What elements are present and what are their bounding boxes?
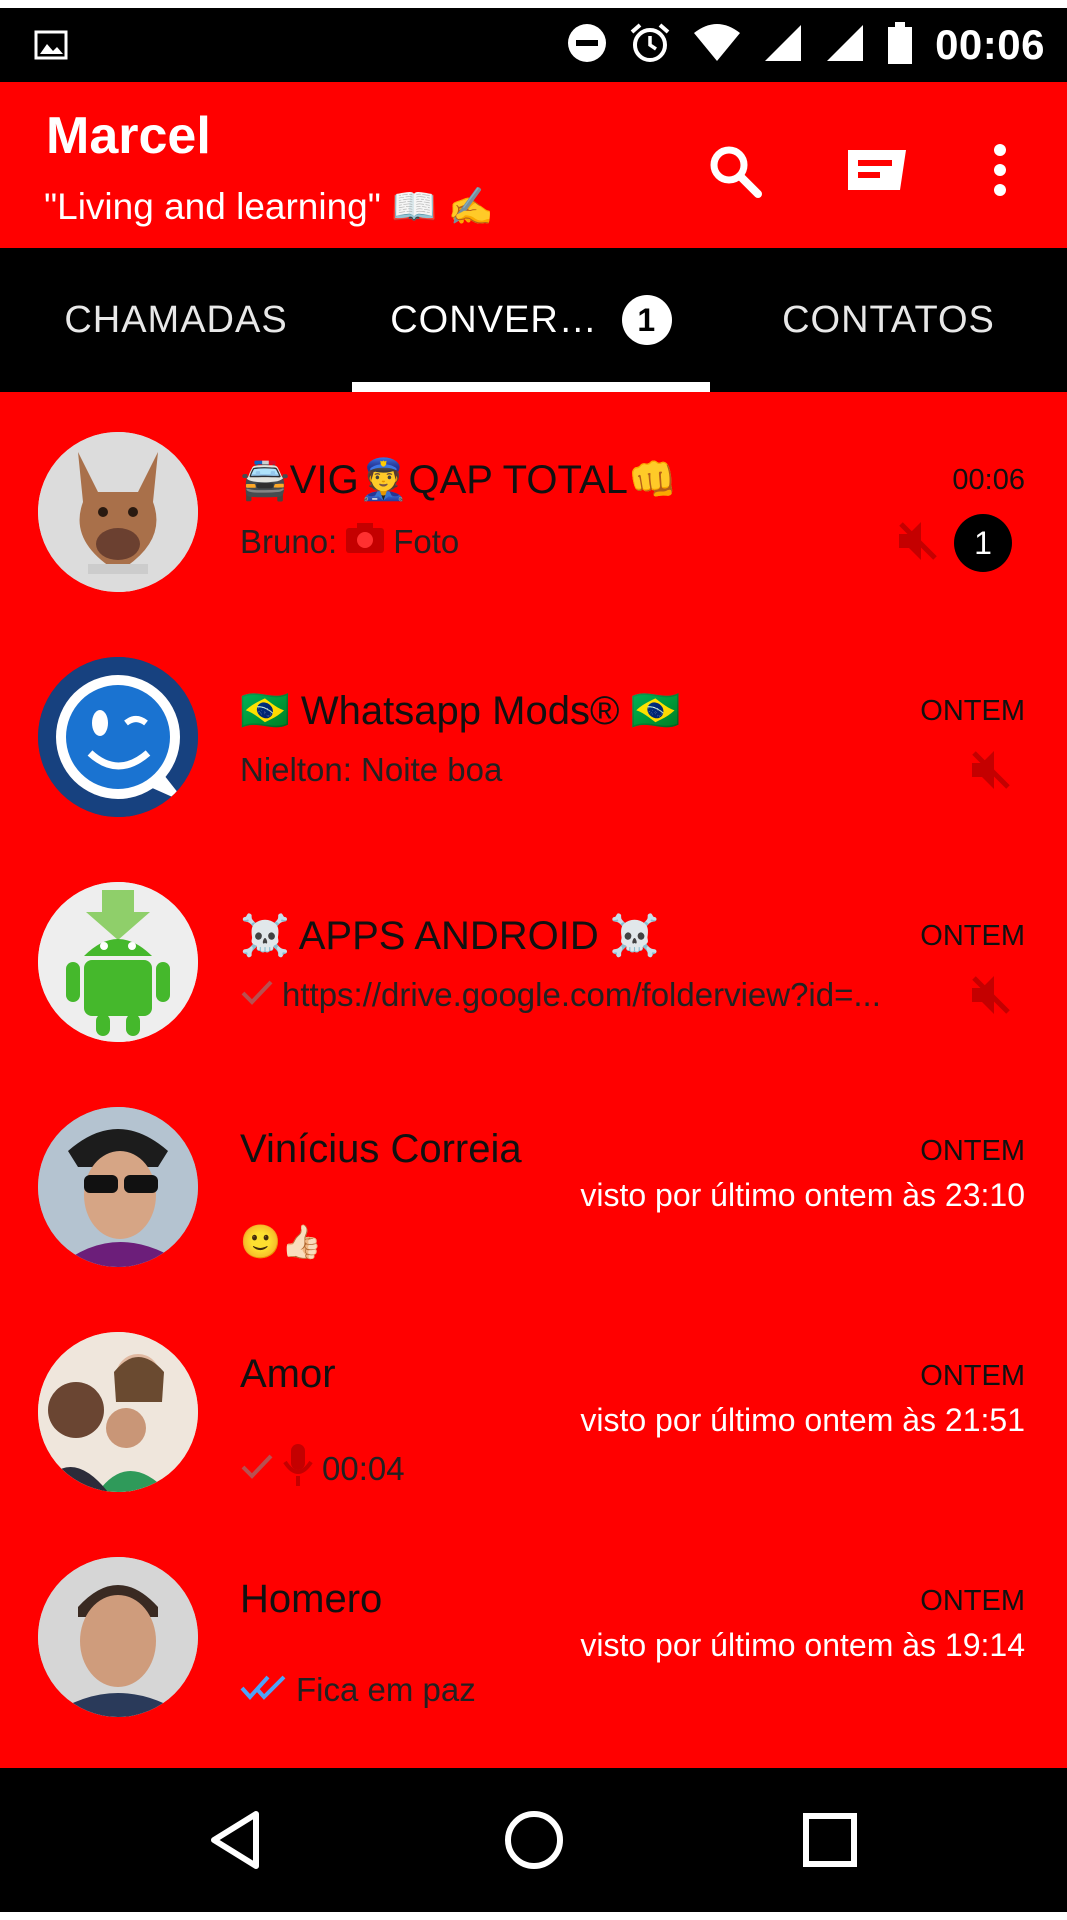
tab-label: CONVER… (390, 298, 598, 341)
app-bar: Marcel "Living and learning" 📖 ✍ (0, 82, 1067, 248)
profile-status[interactable]: "Living and learning" 📖 ✍ (44, 186, 494, 229)
chat-preview: 🙂👍🏻 (240, 1223, 322, 1262)
tab-label: CHAMADAS (64, 298, 288, 341)
avatar (38, 882, 198, 1042)
chat-preview: Nielton: Noite boa (240, 751, 502, 789)
single-check-icon (240, 976, 274, 1014)
chat-name: 🇧🇷 Whatsapp Mods® 🇧🇷 (240, 689, 681, 733)
microphone-icon (282, 1442, 314, 1496)
chat-preview: https://drive.google.com/folderview?id=.… (240, 976, 881, 1014)
chat-row-vig-qap-total[interactable]: 🚔VIG👮QAP TOTAL👊 00:06 Bruno: Foto 1 (0, 416, 1067, 641)
new-chat-icon[interactable] (844, 146, 910, 199)
search-icon[interactable] (706, 142, 764, 205)
avatar (38, 1557, 198, 1717)
avatar (38, 657, 198, 817)
preview-text: https://drive.google.com/folderview?id=.… (282, 976, 881, 1013)
chat-row-homero[interactable]: Homero ONTEM visto por último ontem às 1… (0, 1541, 1067, 1766)
signal-icon (825, 23, 865, 68)
profile-name[interactable]: Marcel (46, 106, 211, 166)
chat-time: ONTEM (920, 1360, 1025, 1392)
chat-row-vinicius-correia[interactable]: Vinícius Correia ONTEM visto por último … (0, 1091, 1067, 1316)
mute-icon (895, 518, 941, 569)
recents-icon[interactable] (802, 1812, 858, 1873)
avatar (38, 1107, 198, 1267)
double-check-icon (240, 1671, 288, 1709)
chat-time: ONTEM (920, 920, 1025, 952)
home-icon[interactable] (502, 1808, 566, 1877)
more-options-icon[interactable] (990, 142, 1010, 203)
signal-icon (763, 23, 803, 68)
chat-preview: Bruno: Foto (240, 522, 459, 562)
last-seen-text: visto por último ontem às 21:51 (580, 1402, 1025, 1438)
wifi-icon (693, 23, 741, 68)
chat-name: ☠️ APPS ANDROID ☠️ (240, 914, 660, 958)
last-seen-text: visto por último ontem às 19:14 (580, 1627, 1025, 1663)
status-bar: 00:06 (0, 8, 1067, 82)
preview-text: 🙂👍🏻 (240, 1223, 323, 1260)
selected-tab-indicator (352, 382, 710, 392)
tab-contacts[interactable]: CONTATOS (710, 248, 1067, 392)
phone-screen: 00:06 Marcel "Living and learning" 📖 ✍ C… (0, 8, 1067, 1912)
last-seen-text: visto por último ontem às 23:10 (580, 1177, 1025, 1213)
chat-name: Amor (240, 1352, 336, 1396)
chat-name: Vinícius Correia (240, 1127, 522, 1171)
single-check-icon (240, 1450, 274, 1488)
tab-bar: CHAMADAS CONVER… 1 CONTATOS (0, 248, 1067, 392)
do-not-disturb-icon (567, 23, 607, 68)
unread-badge: 1 (954, 514, 1012, 572)
chat-time: 00:06 (952, 464, 1025, 496)
chat-preview: Fica em paz (240, 1671, 476, 1709)
alarm-icon (629, 22, 671, 69)
avatar (38, 432, 198, 592)
image-notification-icon (34, 30, 68, 65)
battery-icon (887, 21, 913, 69)
preview-text: Nielton: Noite boa (240, 751, 503, 788)
chat-name: 🚔VIG👮QAP TOTAL👊 (240, 458, 678, 502)
preview-text: 00:04 (322, 1450, 405, 1487)
navigation-bar (0, 1768, 1067, 1912)
chat-preview: 00:04 (240, 1442, 405, 1496)
tab-calls[interactable]: CHAMADAS (0, 248, 352, 392)
camera-icon (345, 522, 385, 562)
chat-row-apps-android[interactable]: ☠️ APPS ANDROID ☠️ ONTEM https://drive.g… (0, 866, 1067, 1091)
preview-sender: Bruno: (240, 523, 338, 560)
avatar (38, 1332, 198, 1492)
chat-row-amor[interactable]: Amor ONTEM visto por último ontem às 21:… (0, 1316, 1067, 1541)
preview-text: Fica em paz (296, 1671, 476, 1708)
mute-icon (968, 972, 1014, 1023)
chat-time: ONTEM (920, 1585, 1025, 1617)
tab-chats[interactable]: CONVER… 1 (352, 248, 710, 392)
clock-time: 00:06 (935, 21, 1045, 68)
tab-label: CONTATOS (782, 298, 995, 341)
chat-name: Homero (240, 1577, 383, 1621)
unread-count-badge: 1 (621, 295, 672, 345)
preview-text: Foto (393, 523, 460, 560)
back-icon[interactable] (206, 1808, 266, 1877)
chat-row-whatsapp-mods[interactable]: 🇧🇷 Whatsapp Mods® 🇧🇷 ONTEM Nielton: Noit… (0, 641, 1067, 866)
chat-time: ONTEM (920, 1135, 1025, 1167)
mute-icon (968, 747, 1014, 798)
chat-time: ONTEM (920, 695, 1025, 727)
